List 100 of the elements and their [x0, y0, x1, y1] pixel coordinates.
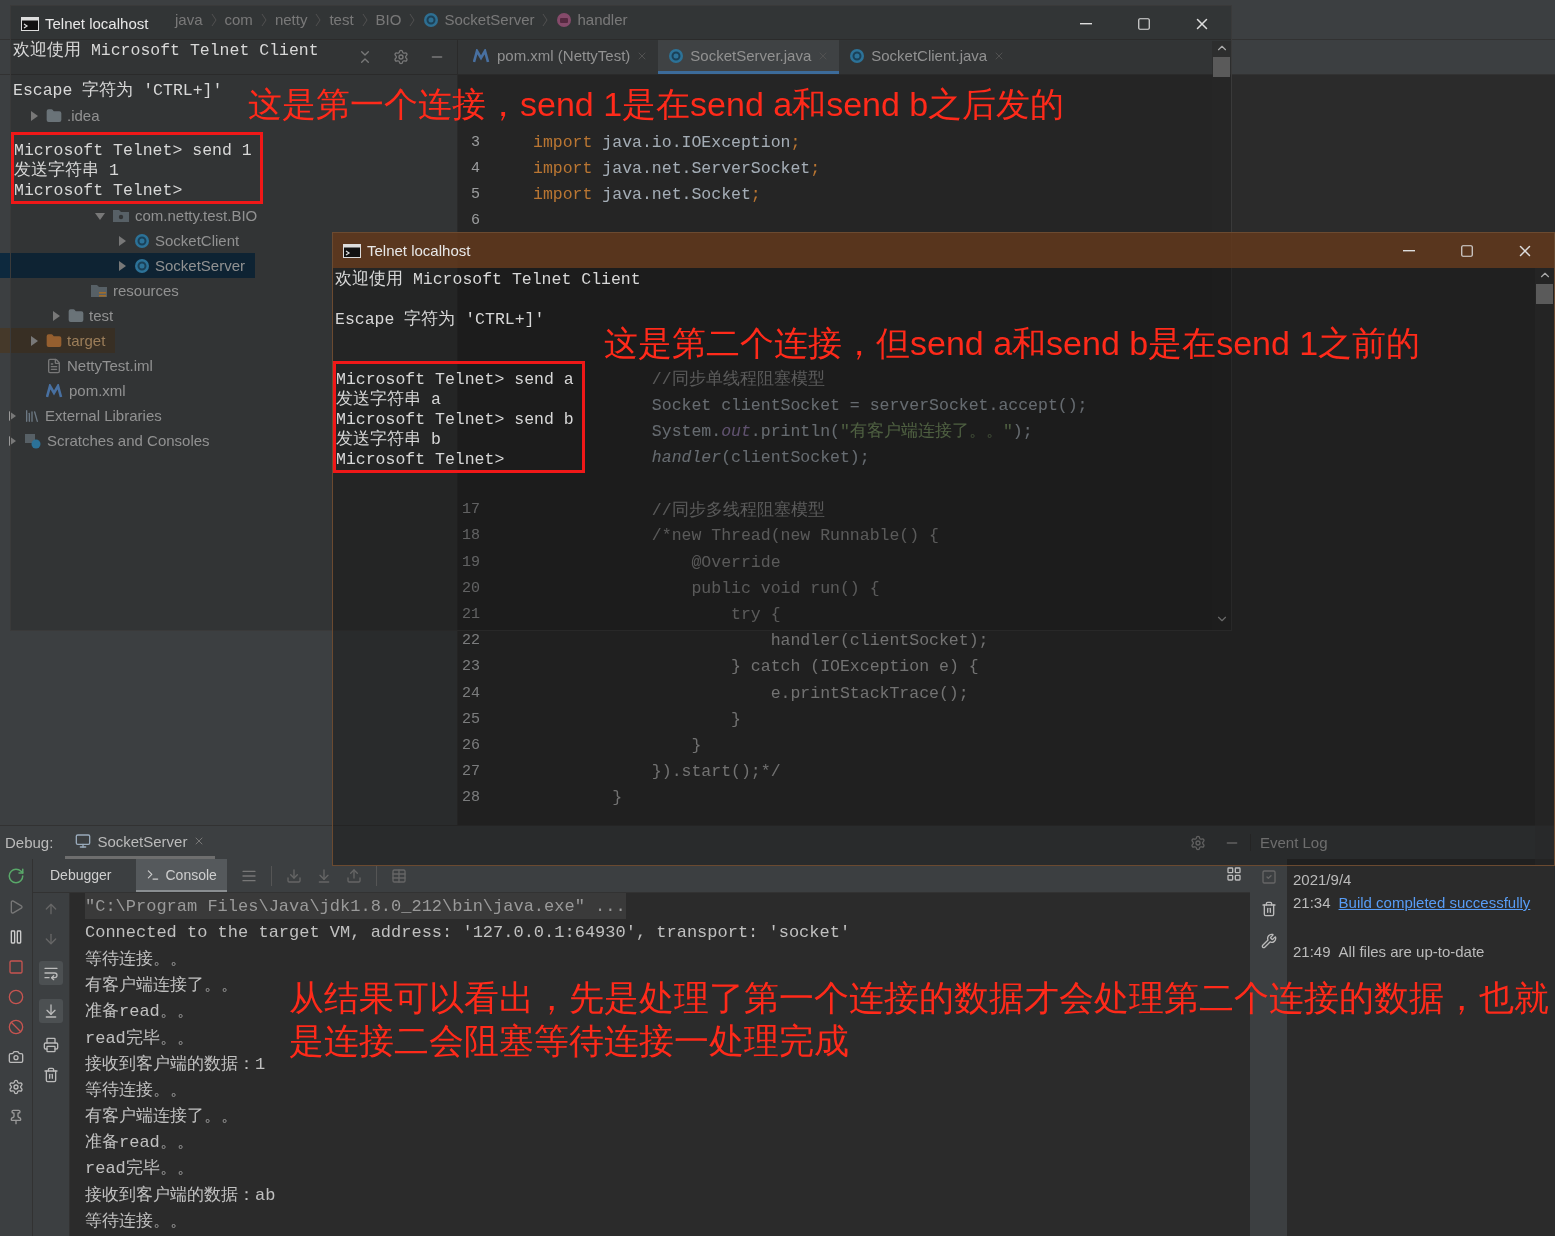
expand-arrow-icon[interactable]	[7, 410, 17, 421]
library-icon	[24, 407, 40, 424]
breadcrumb-item[interactable]: handler	[556, 11, 628, 28]
settings-icon[interactable]	[8, 1079, 24, 1095]
code-line: public void run() {	[691, 578, 880, 598]
editor-tab[interactable]: pom.xml (NettyTest)	[463, 40, 659, 74]
tree-item[interactable]: .idea	[0, 103, 110, 128]
trash-icon[interactable]	[1260, 901, 1277, 917]
editor-tab[interactable]: SocketServer.java	[658, 40, 840, 74]
tree-item[interactable]: resources	[0, 278, 189, 303]
expand-arrow-icon[interactable]	[7, 435, 17, 446]
line-number: 22	[461, 632, 481, 650]
expand-arrow-icon[interactable]	[51, 310, 61, 321]
code-line: }	[691, 735, 702, 755]
terminal-line: 欢迎使用 Microsoft Telnet Client	[13, 41, 319, 61]
print-icon[interactable]	[43, 1037, 59, 1053]
tree-item[interactable]: NettyTest.iml	[0, 353, 163, 378]
code-line: import java.net.ServerSocket;	[533, 158, 821, 178]
breadcrumb-item[interactable]: com	[224, 11, 253, 28]
step-icon[interactable]	[285, 867, 302, 884]
chevron-icon	[409, 12, 416, 27]
class-icon	[668, 47, 685, 64]
breakpoints-icon[interactable]	[8, 989, 24, 1005]
debug-tab[interactable]: Console	[135, 859, 227, 892]
monitor-icon	[75, 833, 92, 849]
soft-wrap-icon[interactable]	[43, 965, 59, 981]
step-out-icon[interactable]	[345, 867, 362, 884]
log-time: 21:34	[1293, 894, 1331, 911]
log-link[interactable]: Build completed successfully	[1338, 894, 1531, 911]
window-title: Telnet localhost	[367, 242, 471, 259]
console-line: 等待连接。。	[85, 948, 187, 971]
expand-arrow-icon[interactable]	[29, 110, 39, 121]
settings-icon[interactable]	[1190, 834, 1206, 851]
expand-arrow-icon[interactable]	[29, 335, 39, 346]
code-line: }	[612, 788, 623, 808]
scroll-thumb[interactable]	[1536, 284, 1553, 304]
class-icon	[134, 257, 150, 274]
terminal-line: Escape 字符为 'CTRL+]'	[13, 81, 223, 101]
debug-tab[interactable]: Debugger	[40, 859, 122, 892]
terminal-line: 发送字符串 b	[336, 430, 442, 450]
tree-item[interactable]: External Libraries	[0, 403, 172, 428]
table-icon[interactable]	[390, 867, 407, 884]
tree-item[interactable]: com.netty.test.BIO	[0, 203, 268, 228]
package-icon	[112, 208, 130, 223]
up-icon[interactable]	[43, 901, 59, 917]
console-line: 接收到客户端的数据：1	[85, 1053, 266, 1076]
maven-icon	[473, 48, 491, 63]
expand-arrow-icon[interactable]	[117, 235, 127, 246]
tree-item[interactable]: Scratches and Consoles	[0, 428, 220, 453]
camera-icon[interactable]	[8, 1049, 24, 1065]
breadcrumb-item[interactable]: java	[175, 11, 203, 28]
pause-icon[interactable]	[8, 929, 24, 945]
maven-icon	[46, 383, 64, 398]
terminal-line: 发送字符串 a	[336, 390, 442, 410]
terminal-line: 欢迎使用 Microsoft Telnet Client	[335, 270, 641, 290]
pin-icon[interactable]	[8, 1109, 24, 1125]
checkbox-icon[interactable]	[1260, 869, 1277, 885]
scroll-to-end-icon[interactable]	[43, 1003, 59, 1019]
class-icon	[423, 11, 440, 28]
trash-icon[interactable]	[43, 1067, 59, 1083]
line-number: 21	[461, 606, 481, 624]
breadcrumb-item[interactable]: test	[329, 11, 354, 28]
line-number: 20	[461, 579, 481, 597]
code-line: import java.io.IOException;	[533, 132, 801, 152]
breadcrumb-item[interactable]: SocketServer	[423, 11, 535, 28]
expand-arrow-icon[interactable]	[95, 210, 105, 221]
resources-folder-icon	[90, 282, 108, 299]
tree-item[interactable]: pom.xml	[0, 378, 136, 403]
code-line: import java.net.Socket;	[533, 184, 761, 204]
console-line: read完毕。。	[85, 1027, 194, 1050]
minimize-icon	[1403, 249, 1415, 252]
resume-icon[interactable]	[8, 899, 24, 915]
down-icon[interactable]	[43, 931, 59, 947]
scrollbar[interactable]	[1535, 268, 1554, 865]
console-line: read完毕。。	[85, 1157, 194, 1181]
editor-tab[interactable]: SocketClient.java	[839, 40, 1016, 74]
annotation-text: 从结果可以看出，先是处理了第一个连接的数据才会处理第二个连接的数据，也就是连接二会阻塞等待连接一处理完成	[289, 977, 1550, 1062]
rerun-icon[interactable]	[7, 867, 25, 885]
chevron-icon	[315, 12, 322, 27]
breadcrumb-item[interactable]: BIO	[375, 11, 402, 28]
line-number: 5	[470, 185, 481, 203]
scroll-thumb[interactable]	[1213, 57, 1230, 77]
console-line: 等待连接。。	[85, 1079, 187, 1102]
mute-breakpoints-icon[interactable]	[8, 1019, 24, 1035]
tree-item[interactable]: SocketServer	[0, 253, 256, 278]
folder-icon	[46, 332, 62, 349]
tree-item[interactable]: target	[0, 328, 116, 353]
wrench-icon[interactable]	[1260, 933, 1277, 949]
stop-icon[interactable]	[8, 959, 24, 975]
maximize-icon	[1460, 243, 1474, 258]
settings-icon[interactable]	[393, 49, 409, 65]
terminal-icon	[343, 243, 361, 258]
layout-icon[interactable]	[1226, 865, 1242, 882]
expand-arrow-icon[interactable]	[117, 260, 127, 271]
terminal-line: Microsoft Telnet>	[14, 181, 184, 201]
console-line: 有客户端连接了。。	[85, 974, 238, 998]
console-line: 准备read。。	[85, 1001, 194, 1024]
tree-item[interactable]: test	[0, 303, 124, 328]
breadcrumb-item[interactable]: netty	[274, 11, 308, 28]
tree-item[interactable]: SocketClient	[0, 228, 250, 253]
